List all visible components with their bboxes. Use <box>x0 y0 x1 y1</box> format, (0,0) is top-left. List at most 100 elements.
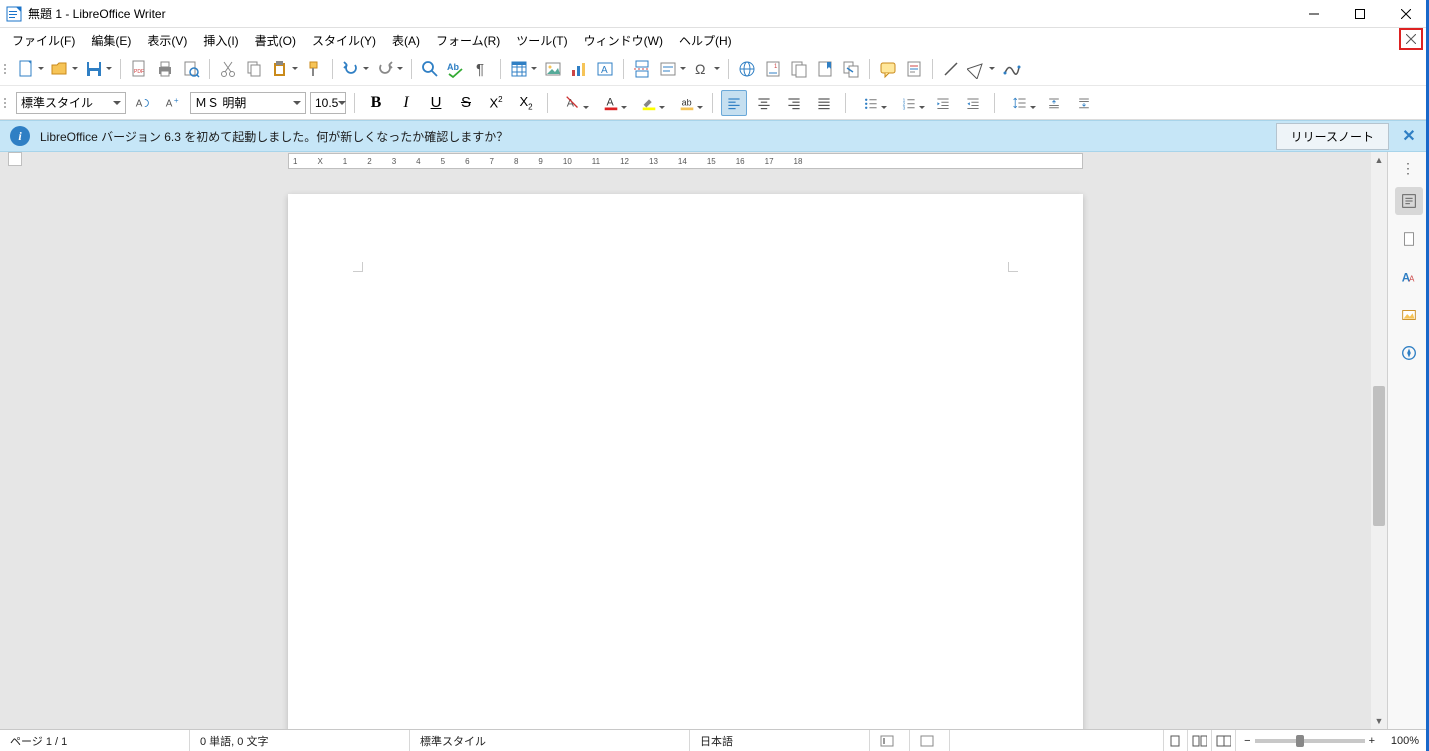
decrease-indent-button[interactable] <box>960 90 986 116</box>
copy-button[interactable] <box>242 57 266 81</box>
line-spacing-button[interactable] <box>1003 90 1037 116</box>
menu-view[interactable]: 表示(V) <box>139 30 195 51</box>
sidebar-settings-icon[interactable]: ⋮ <box>1401 160 1416 177</box>
font-name-combo[interactable]: ＭＳ 明朝 <box>190 92 306 114</box>
insert-table-button[interactable] <box>507 57 539 81</box>
status-view-multi-button[interactable] <box>1188 730 1212 751</box>
insert-chart-button[interactable] <box>567 57 591 81</box>
document-page[interactable] <box>288 194 1083 729</box>
menu-insert[interactable]: 挿入(I) <box>195 30 246 51</box>
status-insert-mode[interactable] <box>870 730 910 751</box>
number-list-button[interactable]: 123 <box>892 90 926 116</box>
new-button[interactable] <box>14 57 46 81</box>
document-close-button[interactable] <box>1399 28 1423 50</box>
bullet-list-button[interactable] <box>854 90 888 116</box>
new-style-button[interactable]: A+ <box>160 90 186 116</box>
menu-edit[interactable]: 編集(E) <box>83 30 139 51</box>
status-view-single-button[interactable] <box>1164 730 1188 751</box>
insert-image-button[interactable] <box>541 57 565 81</box>
redo-button[interactable] <box>373 57 405 81</box>
print-button[interactable] <box>153 57 177 81</box>
page-break-button[interactable] <box>630 57 654 81</box>
font-color-button[interactable]: A <box>594 90 628 116</box>
menu-window[interactable]: ウィンドウ(W) <box>576 30 671 51</box>
update-style-button[interactable]: A <box>130 90 156 116</box>
print-preview-button[interactable] <box>179 57 203 81</box>
increase-para-spacing-button[interactable] <box>1041 90 1067 116</box>
zoom-in-button[interactable]: + <box>1369 735 1375 747</box>
comment-button[interactable] <box>876 57 900 81</box>
status-word-count[interactable]: 0 単語, 0 文字 <box>190 730 410 751</box>
save-button[interactable] <box>82 57 114 81</box>
status-view-book-button[interactable] <box>1212 730 1236 751</box>
infobar-close-button[interactable]: ✕ <box>1399 126 1419 146</box>
sidebar-page-button[interactable] <box>1395 225 1423 253</box>
status-style[interactable]: 標準スタイル <box>410 730 690 751</box>
menu-help[interactable]: ヘルプ(H) <box>671 30 740 51</box>
find-replace-button[interactable] <box>418 57 442 81</box>
paste-button[interactable] <box>268 57 300 81</box>
char-highlight-button[interactable]: ab <box>670 90 704 116</box>
maximize-button[interactable] <box>1337 0 1383 28</box>
clear-formatting-button[interactable]: A <box>556 90 590 116</box>
bookmark-button[interactable] <box>813 57 837 81</box>
status-signature[interactable] <box>950 730 1164 751</box>
scroll-thumb[interactable] <box>1373 386 1385 526</box>
paragraph-style-combo[interactable]: 標準スタイル <box>16 92 126 114</box>
close-button[interactable] <box>1383 0 1429 28</box>
strikethrough-button[interactable]: S <box>453 90 479 116</box>
special-char-button[interactable]: Ω <box>690 57 722 81</box>
menu-format[interactable]: 書式(O) <box>247 30 304 51</box>
scroll-track[interactable] <box>1371 168 1387 713</box>
font-size-combo[interactable]: 10.5 <box>310 92 346 114</box>
decrease-para-spacing-button[interactable] <box>1071 90 1097 116</box>
menu-form[interactable]: フォーム(R) <box>428 30 508 51</box>
italic-button[interactable]: I <box>393 90 419 116</box>
insert-line-button[interactable] <box>939 57 963 81</box>
footnote-button[interactable]: 1 <box>761 57 785 81</box>
draw-functions-button[interactable] <box>999 57 1023 81</box>
spellcheck-button[interactable]: Ab <box>444 57 468 81</box>
insert-endnote-button[interactable] <box>787 57 811 81</box>
document-scroll-area[interactable] <box>0 170 1371 729</box>
menu-tools[interactable]: ツール(T) <box>508 30 575 51</box>
cross-reference-button[interactable] <box>839 57 863 81</box>
menu-table[interactable]: 表(A) <box>384 30 428 51</box>
zoom-percent[interactable]: 100% <box>1383 730 1429 751</box>
horizontal-ruler[interactable]: 1X123456789101112131415161718 <box>0 152 1371 170</box>
superscript-button[interactable]: X2 <box>483 90 509 116</box>
scroll-up-button[interactable]: ▲ <box>1371 152 1387 168</box>
bold-button[interactable]: B <box>363 90 389 116</box>
sidebar-gallery-button[interactable] <box>1395 301 1423 329</box>
sidebar-navigator-button[interactable] <box>1395 339 1423 367</box>
cut-button[interactable] <box>216 57 240 81</box>
scroll-down-button[interactable]: ▼ <box>1371 713 1387 729</box>
status-language[interactable]: 日本語 <box>690 730 870 751</box>
undo-button[interactable] <box>339 57 371 81</box>
basic-shapes-button[interactable] <box>965 57 997 81</box>
formatting-marks-button[interactable]: ¶ <box>470 57 494 81</box>
align-center-button[interactable] <box>751 90 777 116</box>
toolbar-handle[interactable] <box>4 58 10 80</box>
subscript-button[interactable]: X2 <box>513 90 539 116</box>
increase-indent-button[interactable] <box>930 90 956 116</box>
toolbar-handle[interactable] <box>4 92 10 114</box>
vertical-scrollbar[interactable]: ▲ ▼ <box>1371 152 1387 729</box>
menu-style[interactable]: スタイル(Y) <box>304 30 384 51</box>
menu-file[interactable]: ファイル(F) <box>4 30 83 51</box>
zoom-slider[interactable] <box>1255 739 1365 743</box>
export-pdf-button[interactable]: PDF <box>127 57 151 81</box>
underline-button[interactable]: U <box>423 90 449 116</box>
align-justify-button[interactable] <box>811 90 837 116</box>
align-left-button[interactable] <box>721 90 747 116</box>
zoom-out-button[interactable]: − <box>1244 735 1250 747</box>
release-notes-button[interactable]: リリースノート <box>1276 123 1389 150</box>
sidebar-styles-button[interactable]: AA <box>1395 263 1423 291</box>
open-button[interactable] <box>48 57 80 81</box>
status-page[interactable]: ページ 1 / 1 <box>0 730 190 751</box>
align-right-button[interactable] <box>781 90 807 116</box>
track-changes-button[interactable] <box>902 57 926 81</box>
hyperlink-button[interactable] <box>735 57 759 81</box>
clone-formatting-button[interactable] <box>302 57 326 81</box>
minimize-button[interactable] <box>1291 0 1337 28</box>
